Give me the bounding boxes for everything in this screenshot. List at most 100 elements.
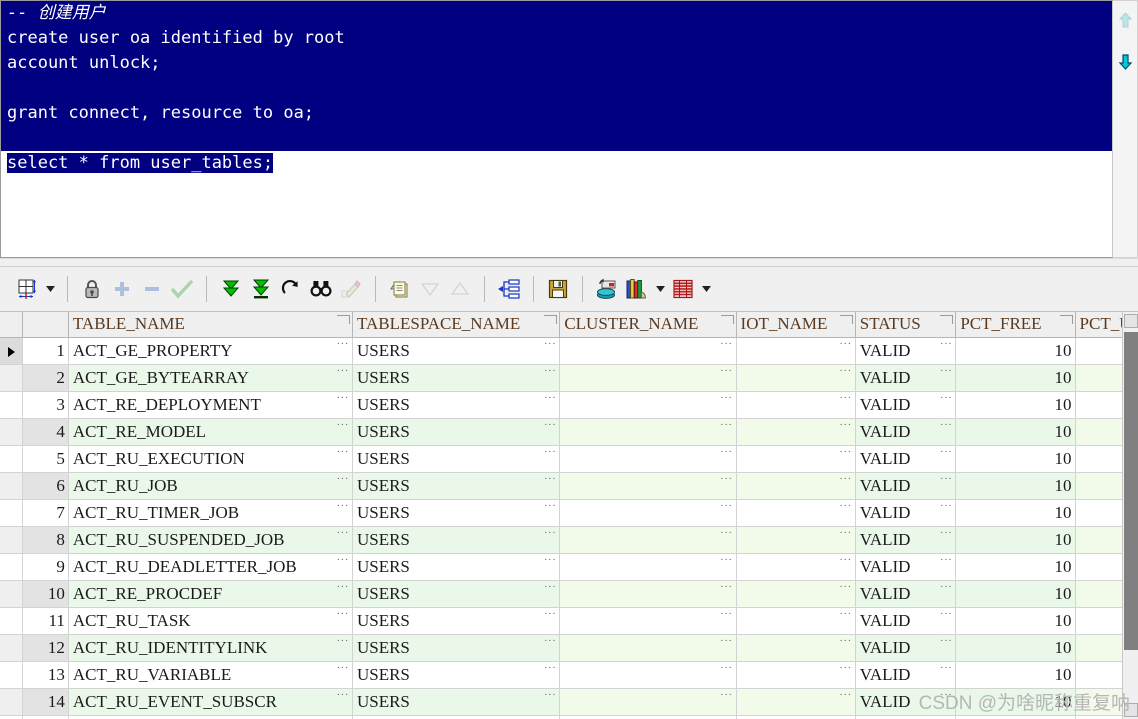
cell-ellipsis-button[interactable]: ··· [720,500,733,511]
cell-ellipsis-button[interactable]: ··· [544,554,557,565]
row-indicator[interactable] [0,715,24,719]
cell-ellipsis-button[interactable]: ··· [940,608,953,619]
fetch-next-page-button[interactable] [216,274,246,304]
cell-ellipsis-button[interactable]: ··· [839,500,852,511]
cell-iot-name[interactable]: ··· [736,418,856,446]
table-row[interactable]: 12 ACT_RU_IDENTITYLINK ··· USERS ··· ··· ··· VA… [0,634,1138,662]
row-indicator[interactable] [0,580,24,608]
cell-ellipsis-button[interactable]: ··· [544,527,557,538]
grid-header-pct-free[interactable]: PCT_FREE [955,311,1076,338]
cell-status[interactable]: VALID ··· [855,661,957,689]
cell-table-name[interactable] [68,715,353,719]
cell-ellipsis-button[interactable]: ··· [336,662,349,673]
grid-header-iot-name[interactable]: IOT_NAME [736,311,856,338]
row-indicator[interactable] [0,391,24,419]
cell-table-name[interactable]: ACT_RU_TIMER_JOB ··· [68,499,353,527]
cell-status[interactable]: VALID ··· [855,391,957,419]
cell-cluster-name[interactable]: ··· [559,445,737,473]
cell-ellipsis-button[interactable]: ··· [544,446,557,457]
cell-ellipsis-button[interactable]: ··· [720,608,733,619]
row-indicator[interactable] [0,553,24,581]
sort-ascending-button[interactable] [445,274,475,304]
row-number[interactable]: 9 [22,553,69,581]
cell-iot-name[interactable]: ··· [736,688,856,716]
cell-cluster-name[interactable]: ··· [559,661,737,689]
cell-ellipsis-button[interactable]: ··· [940,689,953,700]
cell-ellipsis-button[interactable]: ··· [940,338,953,349]
cell-ellipsis-button[interactable]: ··· [336,554,349,565]
result-grid-region[interactable]: TABLE_NAME TABLESPACE_NAME CLUSTER_NAME IOT… [0,310,1138,719]
sort-descending-button[interactable] [415,274,445,304]
cell-cluster-name[interactable]: ··· [559,634,737,662]
grid-vertical-scrollbar[interactable] [1122,311,1138,719]
reports-button[interactable] [622,274,652,304]
row-number[interactable]: 4 [22,418,69,446]
cell-table-name[interactable]: ACT_RU_DEADLETTER_JOB ··· [68,553,353,581]
cell-ellipsis-button[interactable]: ··· [336,392,349,403]
cell-status[interactable]: VALID ··· [855,472,957,500]
cell-table-name[interactable]: ACT_RU_VARIABLE ··· [68,661,353,689]
cell-tablespace-name[interactable]: USERS ··· [352,364,561,392]
cell-status[interactable]: VALID ··· [855,580,957,608]
grid-header-cluster-name[interactable]: CLUSTER_NAME [559,311,737,338]
cell-status[interactable]: VALID ··· [855,607,957,635]
cell-cluster-name[interactable]: ··· [559,580,737,608]
cell-cluster-name[interactable]: ··· [559,688,737,716]
cell-tablespace-name[interactable]: USERS ··· [352,418,561,446]
fetch-last-page-button[interactable] [246,274,276,304]
edit-data-button[interactable] [336,274,366,304]
row-number[interactable]: 14 [22,688,69,716]
column-resize-handle[interactable] [839,314,853,324]
cell-iot-name[interactable]: ··· [736,526,856,554]
cell-pct-free[interactable]: 10 [955,607,1076,635]
table-row[interactable]: 4 ACT_RE_MODEL ··· USERS ··· ··· ··· VALID ··· 10 [0,418,1138,446]
cell-ellipsis-button[interactable]: ··· [336,527,349,538]
sql-editor[interactable]: -- 创建用户 create user oa identified by root… [0,0,1113,258]
cell-ellipsis-button[interactable]: ··· [544,473,557,484]
cell-ellipsis-button[interactable]: ··· [940,419,953,430]
table-view-button[interactable] [668,274,698,304]
column-resize-handle[interactable] [720,314,734,324]
cell-table-name[interactable]: ACT_GE_BYTEARRAY ··· [68,364,353,392]
cell-ellipsis-button[interactable]: ··· [940,365,953,376]
cell-pct-free[interactable]: 10 [955,688,1076,716]
cell-status[interactable]: VALID ··· [855,688,957,716]
cell-ellipsis-button[interactable]: ··· [839,338,852,349]
cell-tablespace-name[interactable]: USERS ··· [352,688,561,716]
cell-pct-free[interactable]: 10 [955,364,1076,392]
row-number[interactable]: 11 [22,607,69,635]
cell-ellipsis-button[interactable]: ··· [336,338,349,349]
cell-table-name[interactable]: ACT_RU_TASK ··· [68,607,353,635]
cell-ellipsis-button[interactable]: ··· [720,554,733,565]
cell-pct-free[interactable]: 10 [955,634,1076,662]
row-indicator[interactable] [0,364,24,392]
cell-ellipsis-button[interactable]: ··· [336,581,349,592]
cell-tablespace-name[interactable] [352,715,561,719]
cell-ellipsis-button[interactable]: ··· [940,554,953,565]
cell-status[interactable]: VALID ··· [855,445,957,473]
cell-ellipsis-button[interactable]: ··· [720,581,733,592]
cell-cluster-name[interactable]: ··· [559,418,737,446]
cell-ellipsis-button[interactable]: ··· [839,365,852,376]
cell-ellipsis-button[interactable]: ··· [336,419,349,430]
column-resize-handle[interactable] [940,314,954,324]
cell-cluster-name[interactable]: ··· [559,472,737,500]
cell-cluster-name[interactable] [559,715,737,719]
cell-table-name[interactable]: ACT_RU_SUSPENDED_JOB ··· [68,526,353,554]
cell-ellipsis-button[interactable]: ··· [336,446,349,457]
table-row[interactable]: 9 ACT_RU_DEADLETTER_JOB ··· USERS ··· ··· ··· V… [0,553,1138,581]
cell-table-name[interactable]: ACT_RE_PROCDEF ··· [68,580,353,608]
row-number[interactable]: 5 [22,445,69,473]
cell-ellipsis-button[interactable]: ··· [544,365,557,376]
cell-iot-name[interactable]: ··· [736,445,856,473]
nav-up-arrow[interactable] [1118,12,1133,28]
cell-ellipsis-button[interactable]: ··· [940,446,953,457]
cell-ellipsis-button[interactable]: ··· [720,635,733,646]
grid-layout-button[interactable] [12,274,42,304]
cell-ellipsis-button[interactable]: ··· [544,392,557,403]
cell-iot-name[interactable] [736,715,856,719]
cell-ellipsis-button[interactable]: ··· [720,392,733,403]
row-indicator[interactable] [0,418,24,446]
cell-ellipsis-button[interactable]: ··· [336,689,349,700]
cell-cluster-name[interactable]: ··· [559,364,737,392]
